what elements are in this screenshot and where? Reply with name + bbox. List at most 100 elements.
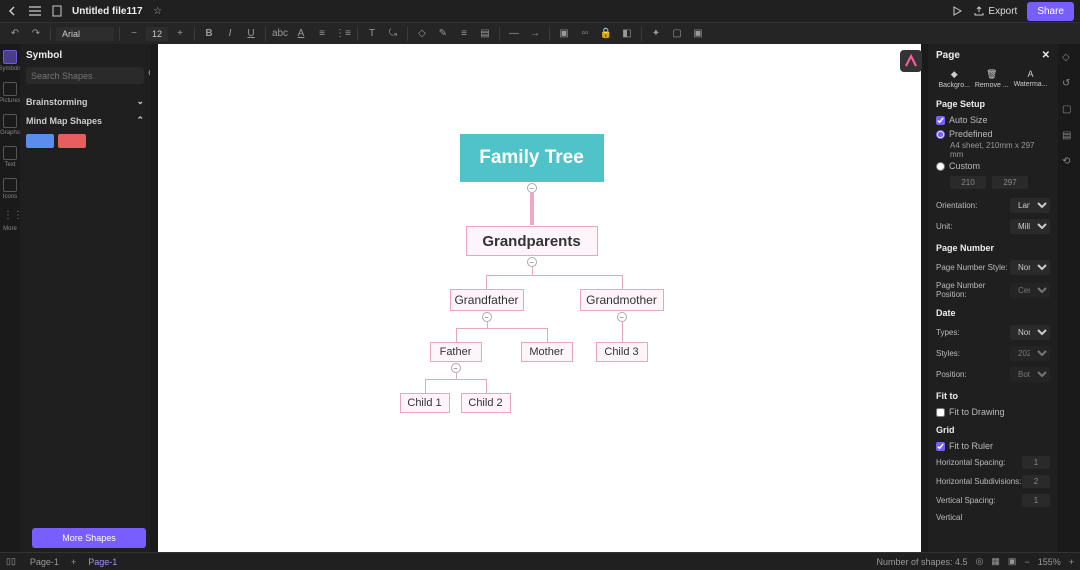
back-icon[interactable] — [6, 4, 20, 18]
menu-icon[interactable] — [28, 4, 42, 18]
paint-icon[interactable]: ✎ — [434, 25, 452, 43]
orientation-select[interactable]: Lands... — [1010, 198, 1050, 213]
text-tool-icon[interactable]: T — [363, 25, 381, 43]
shape-sub-idea[interactable] — [58, 134, 86, 148]
font-select[interactable] — [56, 27, 114, 41]
opt-autosize[interactable]: Auto Size — [936, 113, 1050, 127]
node-father[interactable]: Father — [430, 342, 482, 362]
pns-select[interactable]: None — [1010, 260, 1050, 275]
star-icon[interactable]: ☆ — [151, 4, 165, 18]
node-mother[interactable]: Mother — [521, 342, 573, 362]
add-page-icon[interactable]: + — [71, 557, 76, 567]
pages-icon[interactable]: ▯▯ — [6, 556, 16, 567]
cat-brainstorming[interactable]: Brainstorming⌄ — [26, 92, 144, 111]
node-grandfather[interactable]: Grandfather — [450, 289, 524, 311]
height-input[interactable] — [992, 176, 1028, 189]
node-grandmother[interactable]: Grandmother — [580, 289, 664, 311]
redo-icon[interactable]: ↷ — [27, 25, 45, 43]
cat-mindmap[interactable]: Mind Map Shapes⌃ — [26, 111, 144, 130]
history-icon[interactable]: ↺ — [1062, 78, 1076, 92]
undo-icon[interactable]: ↶ — [6, 25, 24, 43]
search-shapes[interactable]: 🔍 — [26, 67, 144, 84]
font-size-input[interactable] — [146, 27, 168, 41]
line-style-icon[interactable]: — — [505, 25, 523, 43]
styles-select[interactable]: 2024-... — [1010, 346, 1050, 361]
node-child1[interactable]: Child 1 — [400, 393, 450, 413]
expand-grandfather[interactable]: − — [482, 312, 492, 322]
expand-root[interactable]: − — [527, 183, 537, 193]
remove-button[interactable]: 🗑Remove ... — [975, 69, 1009, 89]
align-icon[interactable]: ≡ — [455, 25, 473, 43]
node-child3[interactable]: Child 3 — [596, 342, 648, 362]
clear-icon[interactable]: ◇ — [413, 25, 431, 43]
refresh-icon[interactable]: ⟲ — [1062, 156, 1076, 170]
frame2-icon[interactable]: ▣ — [689, 25, 707, 43]
diamond-icon[interactable]: ◇ — [1062, 52, 1076, 66]
app-badge[interactable] — [900, 50, 922, 72]
expand-grandmother[interactable]: − — [617, 312, 627, 322]
line-spacing-icon[interactable]: ≡ — [313, 25, 331, 43]
zoom-in[interactable]: + — [1069, 557, 1074, 567]
pnp-select[interactable]: Center — [1010, 283, 1050, 298]
layer-icon[interactable]: ◧ — [618, 25, 636, 43]
share-button[interactable]: Share — [1027, 2, 1074, 21]
expand-grandparents[interactable]: − — [527, 257, 537, 267]
group-icon[interactable]: ▣ — [555, 25, 573, 43]
justify-icon[interactable]: ▤ — [476, 25, 494, 43]
zoom-out[interactable]: − — [1024, 557, 1029, 567]
play-icon[interactable] — [950, 4, 964, 18]
size-minus[interactable]: − — [125, 25, 143, 43]
bullets-icon[interactable]: ⋮≡ — [334, 25, 352, 43]
close-icon[interactable]: ✕ — [1042, 50, 1050, 61]
rail-more[interactable]: ⋮⋮More — [1, 210, 19, 232]
node-root[interactable]: Family Tree — [460, 134, 604, 182]
rail-icons[interactable]: Icons — [1, 178, 19, 200]
hsub-input[interactable] — [1022, 475, 1050, 488]
pos-select[interactable]: Botto... — [1010, 367, 1050, 382]
bold-icon[interactable]: B — [200, 25, 218, 43]
vs-input[interactable] — [1022, 494, 1050, 507]
rail-graphs[interactable]: Graphs — [1, 114, 19, 136]
page-link[interactable]: Page-1 — [82, 555, 123, 569]
ungroup-icon[interactable]: ▫▫ — [576, 25, 594, 43]
watermark-button[interactable]: AWaterma... — [1014, 69, 1048, 89]
toolbar: ↶ ↷ − + B I U abc A ≡ ⋮≡ T ⤿ ◇ ✎ ≡ ▤ — →… — [0, 22, 1080, 44]
shape-main-idea[interactable] — [26, 134, 54, 148]
underline-icon[interactable]: U — [242, 25, 260, 43]
text-color-icon[interactable]: A — [292, 25, 310, 43]
sparkle-icon[interactable]: ✦ — [647, 25, 665, 43]
present-icon[interactable]: ▢ — [1062, 104, 1076, 118]
rotate-icon[interactable]: ⤿ — [384, 25, 402, 43]
italic-icon[interactable]: I — [221, 25, 239, 43]
opt-custom[interactable]: Custom — [936, 159, 1050, 173]
page-tab[interactable]: Page-1 — [24, 555, 65, 569]
node-child2[interactable]: Child 2 — [461, 393, 511, 413]
unit-select[interactable]: Millim... — [1010, 219, 1050, 234]
doc-icon[interactable]: ▤ — [1062, 130, 1076, 144]
frame1-icon[interactable]: ▢ — [668, 25, 686, 43]
rail-pictures[interactable]: Pictures — [1, 82, 19, 104]
filename[interactable]: Untitled file117 — [72, 6, 143, 17]
opt-fit-ruler[interactable]: Fit to Ruler — [936, 439, 1050, 453]
lock-icon[interactable]: 🔒 — [597, 25, 615, 43]
arrow-icon[interactable]: → — [526, 25, 544, 43]
fit-icon[interactable]: ▣ — [1008, 556, 1017, 567]
width-input[interactable] — [950, 176, 986, 189]
expand-father[interactable]: − — [451, 363, 461, 373]
more-shapes-button[interactable]: More Shapes — [32, 528, 146, 548]
canvas[interactable]: Family Tree − Grandparents − Grandfather… — [158, 44, 921, 552]
opt-fit-drawing[interactable]: Fit to Drawing — [936, 405, 1050, 419]
rail-symbols[interactable]: Symbols — [1, 50, 19, 72]
grid-view-icon[interactable]: ▦ — [991, 556, 1000, 567]
search-input[interactable] — [31, 71, 148, 81]
opt-predefined[interactable]: Predefined — [936, 127, 1050, 141]
size-plus[interactable]: + — [171, 25, 189, 43]
types-select[interactable]: None — [1010, 325, 1050, 340]
background-button[interactable]: ◆Backgro... — [938, 69, 970, 89]
hs-input[interactable] — [1022, 456, 1050, 469]
rail-text[interactable]: Text — [1, 146, 19, 168]
node-grandparents[interactable]: Grandparents — [466, 226, 598, 256]
target-icon[interactable]: ◎ — [976, 556, 984, 567]
export-button[interactable]: Export — [974, 6, 1017, 17]
strike-icon[interactable]: abc — [271, 25, 289, 43]
